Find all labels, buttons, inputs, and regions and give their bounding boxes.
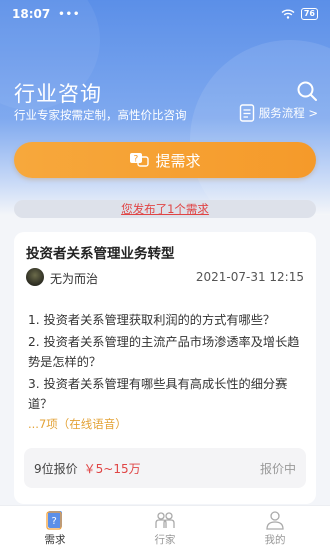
status-dots: ••• <box>58 8 81 20</box>
profile-icon <box>266 510 284 530</box>
tab-label: 需求 <box>44 533 66 546</box>
submit-request-button[interactable]: ? 提需求 <box>14 142 316 178</box>
quote-price: ￥5~15万 <box>83 461 141 476</box>
bottom-tab-bar: ? 需求 行家 我的 <box>0 505 330 550</box>
tab-experts[interactable]: 行家 <box>110 506 220 550</box>
battery-icon: 76 <box>300 8 318 20</box>
quote-summary[interactable]: 9位报价 ￥5~15万 报价中 <box>24 448 306 488</box>
question-list: 1. 投资者关系管理获取利润的的方式有哪些？ 2. 投资者关系管理的主流产品市场… <box>28 310 306 416</box>
tab-requests[interactable]: ? 需求 <box>0 506 110 550</box>
document-icon <box>239 104 254 122</box>
chat-question-icon: ? <box>130 153 150 167</box>
published-notice[interactable]: 您发布了1个需求 <box>14 200 316 218</box>
service-process-label: 服务流程 > <box>258 106 318 120</box>
list-item: 3. 投资者关系管理有哪些具有高成长性的细分赛道？ <box>28 377 288 411</box>
tab-label: 我的 <box>264 533 286 546</box>
request-date: 2021-07-31 12:15 <box>195 270 304 284</box>
tab-label: 行家 <box>154 533 176 546</box>
list-item: 2. 投资者关系管理的主流产品市场渗透率及增长趋势是怎样的？ <box>28 335 300 369</box>
quote-status: 报价中 <box>259 461 296 476</box>
svg-text:?: ? <box>52 516 57 527</box>
status-right: 76 <box>281 8 318 20</box>
avatar <box>26 268 44 286</box>
decor-circle <box>190 40 330 215</box>
request-title: 投资者关系管理业务转型 <box>26 246 175 262</box>
quote-count: 9位报价 <box>34 461 78 476</box>
more-items-label[interactable]: ...7项（在线语音） <box>28 416 127 432</box>
search-icon[interactable] <box>296 80 318 102</box>
tab-profile[interactable]: 我的 <box>220 506 330 550</box>
list-item: 1. 投资者关系管理获取利润的的方式有哪些？ <box>28 313 276 327</box>
author-name: 无为而治 <box>50 272 99 286</box>
experts-icon <box>155 511 175 528</box>
status-bar: 18:07 ••• 76 <box>0 0 330 28</box>
submit-request-label: 提需求 <box>155 151 201 170</box>
page-title: 行业咨询 <box>14 82 102 106</box>
service-process-link[interactable]: 服务流程 > <box>239 104 318 122</box>
request-card[interactable]: 投资者关系管理业务转型 无为而治 2021-07-31 12:15 1. 投资者… <box>14 232 316 504</box>
status-time: 18:07 <box>12 7 51 21</box>
header-subtitle: 行业专家按需定制，高性价比咨询 <box>14 108 187 122</box>
wifi-icon <box>281 9 295 19</box>
question-doc-icon: ? <box>46 510 62 530</box>
